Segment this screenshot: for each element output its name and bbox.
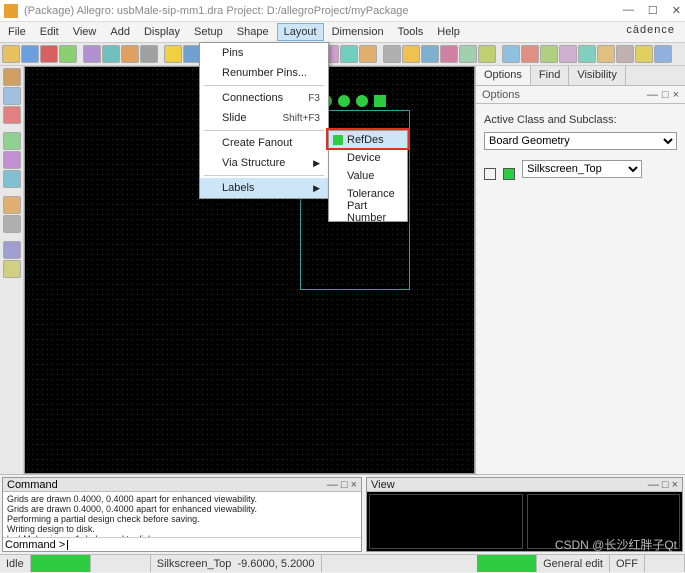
command-header: Command: [7, 479, 58, 491]
toolbar-button-32[interactable]: [635, 45, 653, 63]
panel-pin-icon[interactable]: □: [662, 89, 669, 101]
menu-dimension[interactable]: Dimension: [326, 24, 390, 40]
menu-layout[interactable]: Layout: [277, 23, 324, 41]
toolbar-button-7[interactable]: [140, 45, 158, 63]
menu-item-labels[interactable]: Labels▶: [200, 178, 328, 198]
toolbar-button-28[interactable]: [559, 45, 577, 63]
labels-submenu: RefDesDeviceValueTolerancePart Number: [328, 130, 408, 222]
toolbar-button-23[interactable]: [459, 45, 477, 63]
layout-menu-dropdown: PinsRenumber Pins... ConnectionsF3SlideSh…: [199, 42, 329, 199]
active-class-label: Active Class and Subclass:: [484, 114, 677, 126]
left-tool-0[interactable]: [3, 68, 21, 86]
menu-help[interactable]: Help: [431, 24, 466, 40]
command-log: Grids are drawn 0.4000, 0.4000 apart for…: [3, 492, 361, 537]
pads: [320, 95, 386, 107]
view-header: View: [371, 479, 395, 491]
subclass-visible-checkbox[interactable]: [484, 168, 496, 180]
right-panel: OptionsFindVisibility Options —□× Active…: [475, 66, 685, 474]
app-icon: [4, 4, 18, 18]
subclass-color-swatch[interactable]: [503, 168, 515, 180]
menu-add[interactable]: Add: [104, 24, 136, 40]
menu-item-create-fanout[interactable]: Create Fanout: [200, 133, 328, 153]
panel-min-icon[interactable]: —: [647, 89, 658, 101]
brand-logo: cādence: [626, 24, 675, 36]
options-header: Options: [482, 89, 520, 101]
menu-item-slide[interactable]: SlideShift+F3: [200, 108, 328, 128]
main-toolbar: [0, 42, 685, 66]
toolbar-button-2[interactable]: [40, 45, 58, 63]
toolbar-button-25[interactable]: [502, 45, 520, 63]
submenu-part-number[interactable]: Part Number: [329, 203, 407, 221]
left-tool-5[interactable]: [3, 170, 21, 188]
submenu-value[interactable]: Value: [329, 167, 407, 185]
statusbar: Idle Silkscreen_Top -9.6000, 5.2000 Gene…: [0, 554, 685, 572]
submenu-device[interactable]: Device: [329, 149, 407, 167]
toolbar-button-18[interactable]: [359, 45, 377, 63]
left-tool-3[interactable]: [3, 132, 21, 150]
toolbar-button-6[interactable]: [121, 45, 139, 63]
menu-item-connections[interactable]: ConnectionsF3: [200, 88, 328, 108]
left-tool-4[interactable]: [3, 151, 21, 169]
menu-shape[interactable]: Shape: [231, 24, 275, 40]
menu-view[interactable]: View: [67, 24, 103, 40]
menu-tools[interactable]: Tools: [392, 24, 430, 40]
status-layer: Silkscreen_Top -9.6000, 5.2000: [151, 555, 322, 572]
toolbar-button-30[interactable]: [597, 45, 615, 63]
toolbar-button-29[interactable]: [578, 45, 596, 63]
toolbar-button-20[interactable]: [402, 45, 420, 63]
submenu-refdes[interactable]: RefDes: [329, 131, 407, 149]
toolbar-button-26[interactable]: [521, 45, 539, 63]
left-tool-6[interactable]: [3, 196, 21, 214]
toolbar-button-21[interactable]: [421, 45, 439, 63]
toolbar-button-8[interactable]: [164, 45, 182, 63]
status-off: OFF: [610, 555, 645, 572]
maximize-button[interactable]: ☐: [648, 4, 658, 17]
toolbar-button-1[interactable]: [21, 45, 39, 63]
left-tool-8[interactable]: [3, 241, 21, 259]
subclass-select[interactable]: Silkscreen_Top: [522, 160, 642, 178]
toolbar-button-24[interactable]: [478, 45, 496, 63]
menu-item-via-structure[interactable]: Via Structure▶: [200, 153, 328, 173]
toolbar-button-5[interactable]: [102, 45, 120, 63]
toolbar-button-22[interactable]: [440, 45, 458, 63]
menu-file[interactable]: File: [2, 24, 32, 40]
tab-options[interactable]: Options: [476, 66, 531, 85]
menu-edit[interactable]: Edit: [34, 24, 65, 40]
minimize-button[interactable]: —: [623, 4, 634, 17]
left-tool-7[interactable]: [3, 215, 21, 233]
left-tool-9[interactable]: [3, 260, 21, 278]
toolbar-button-31[interactable]: [616, 45, 634, 63]
view-panel: View—□×: [366, 477, 683, 552]
toolbar-button-33[interactable]: [654, 45, 672, 63]
menu-display[interactable]: Display: [138, 24, 186, 40]
left-tool-1[interactable]: [3, 87, 21, 105]
status-mode: General edit: [537, 555, 610, 572]
window-title: (Package) Allegro: usbMale-sip-mm1.dra P…: [24, 5, 623, 17]
class-select[interactable]: Board Geometry: [484, 132, 677, 150]
left-tool-2[interactable]: [3, 106, 21, 124]
menu-item-renumber-pins-[interactable]: Renumber Pins...: [200, 63, 328, 83]
tab-visibility[interactable]: Visibility: [569, 66, 626, 85]
toolbar-button-19[interactable]: [383, 45, 401, 63]
command-input[interactable]: Command >: [3, 537, 361, 551]
toolbar-button-4[interactable]: [83, 45, 101, 63]
menu-item-pins[interactable]: Pins: [200, 43, 328, 63]
toolbar-button-27[interactable]: [540, 45, 558, 63]
close-button[interactable]: ✕: [672, 4, 681, 17]
tab-find[interactable]: Find: [531, 66, 569, 85]
command-panel: Command—□× Grids are drawn 0.4000, 0.400…: [2, 477, 362, 552]
status-indicator-1: [31, 555, 91, 572]
menubar: FileEditViewAddDisplaySetupShapeLayoutDi…: [0, 22, 685, 42]
left-toolbar: [0, 66, 24, 474]
toolbar-button-17[interactable]: [340, 45, 358, 63]
status-idle: Idle: [0, 555, 31, 572]
status-indicator-2: [477, 555, 537, 572]
panel-close-icon[interactable]: ×: [673, 89, 679, 101]
toolbar-button-3[interactable]: [59, 45, 77, 63]
menu-setup[interactable]: Setup: [188, 24, 229, 40]
toolbar-button-0[interactable]: [2, 45, 20, 63]
